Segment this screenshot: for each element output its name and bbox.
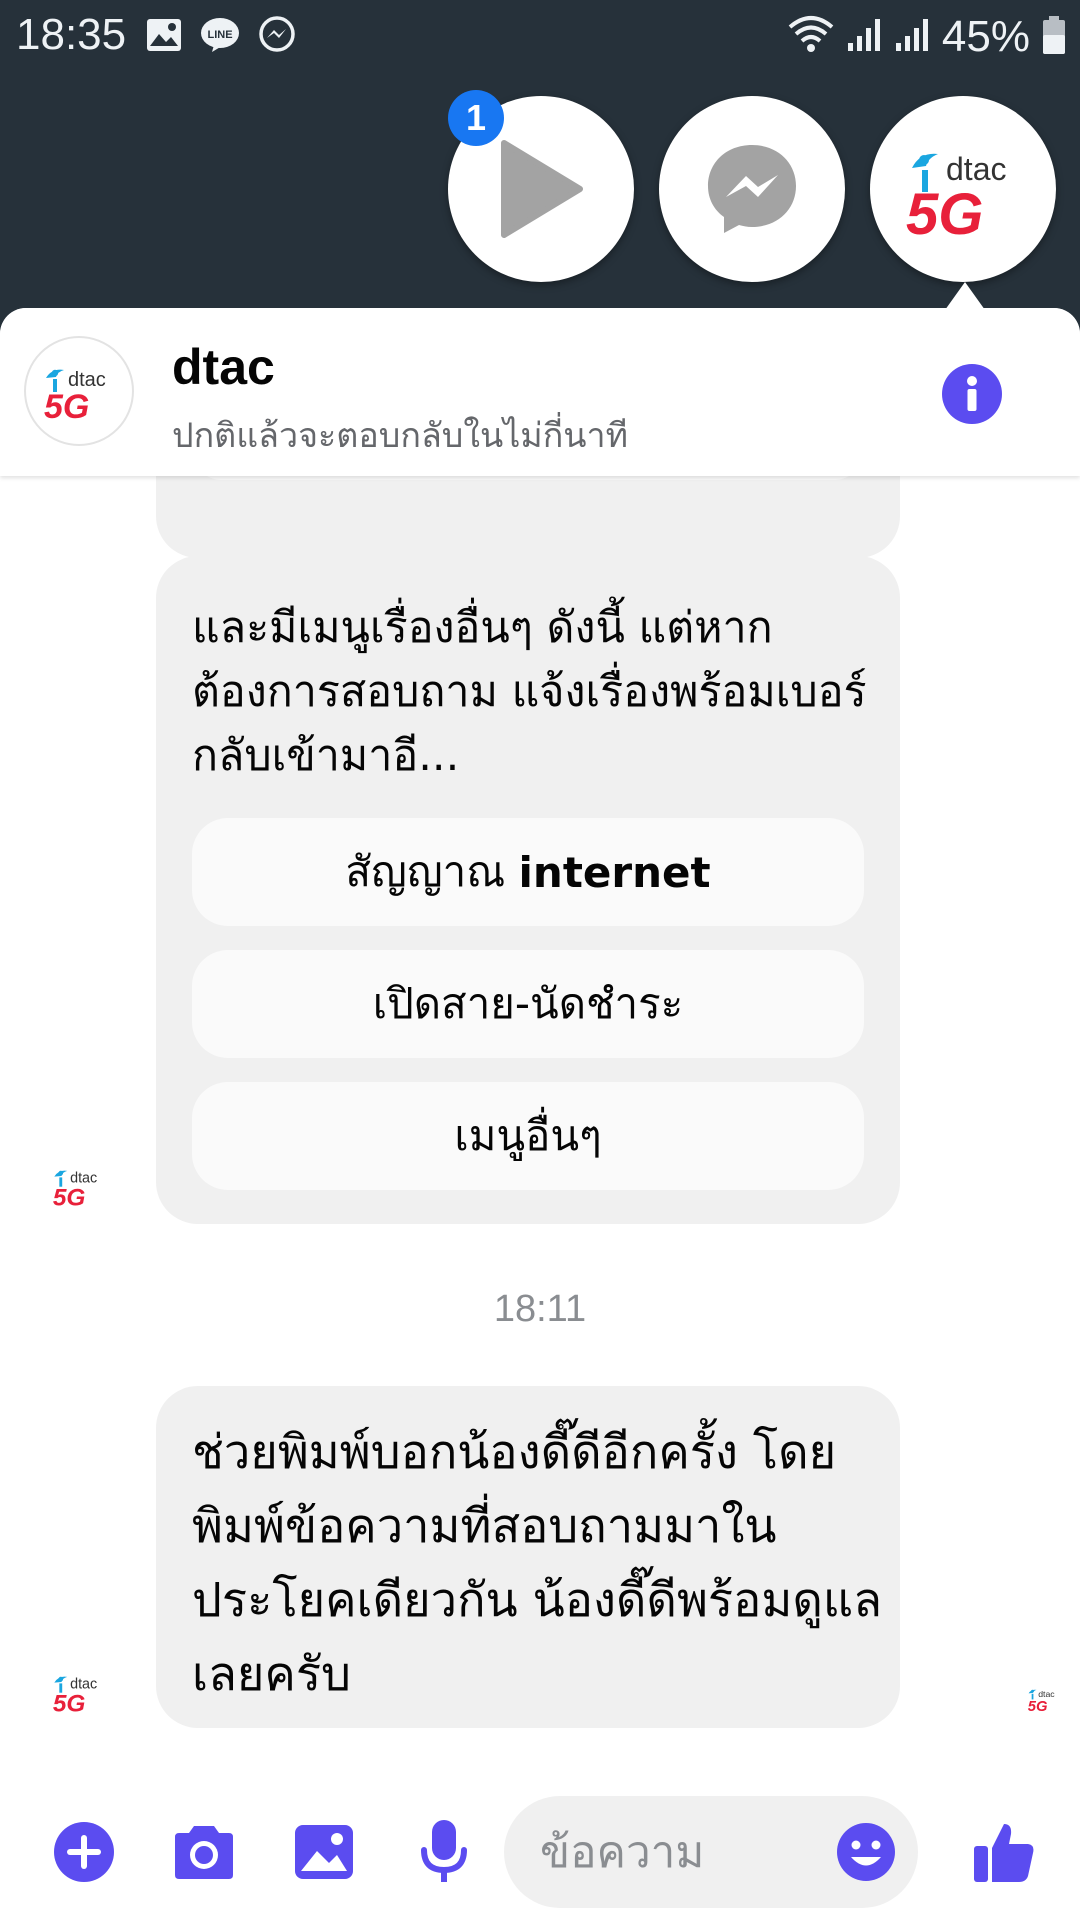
chat-head-dtac[interactable]: dtac 5G <box>870 96 1056 282</box>
notification-icons: LINE <box>146 16 296 58</box>
gallery-button[interactable] <box>288 1816 360 1888</box>
avatar[interactable]: dtac 5G <box>24 336 134 446</box>
message-bubble-help: ช่วยพิมพ์บอกน้องดี๊ดีอีกครั้ง โดยพิมพ์ข้… <box>156 1386 900 1728</box>
contact-name: dtac <box>172 339 275 395</box>
camera-icon <box>175 1826 233 1879</box>
battery-percent: 45% <box>941 12 1030 61</box>
wifi-icon <box>788 15 834 59</box>
battery-icon <box>1042 15 1066 59</box>
message-text: และมีเมนูเรื่องอื่นๆ ดังนี้ แต่หากต้องกา… <box>192 603 867 781</box>
svg-text:5G: 5G <box>1028 1699 1048 1714</box>
svg-text:5G: 5G <box>53 1184 86 1210</box>
message-composer <box>0 1786 1080 1920</box>
quick-reply-label-eng: internet <box>518 847 711 897</box>
chat-panel: dtac 5G dtac ปกติแล้วจะตอบกลับในไม่กี่นา… <box>0 308 1080 1920</box>
message-timestamp: 18:11 <box>493 1288 587 1330</box>
voice-message-button[interactable] <box>408 1816 480 1888</box>
dtac-5g-logo: dtac 5G <box>1028 1689 1056 1715</box>
image-icon <box>295 1825 353 1879</box>
status-time: 18:35 <box>16 10 127 59</box>
quick-reply-open-line-payment[interactable]: เปิดสาย-นัดชำระ <box>192 950 864 1058</box>
thumbs-up-icon <box>974 1824 1034 1882</box>
image-icon <box>146 18 182 56</box>
chat-header: dtac 5G dtac ปกติแล้วจะตอบกลับในไม่กี่นา… <box>0 308 1080 476</box>
messenger-icon <box>258 16 296 58</box>
chat-head-messenger[interactable] <box>659 96 845 282</box>
status-right: 45% <box>788 12 1066 62</box>
message-text: ช่วยพิมพ์บอกน้องดี๊ดีอีกครั้ง โดยพิมพ์ข้… <box>192 1425 882 1702</box>
line-icon: LINE <box>200 17 240 57</box>
quick-reply-label: สัญญาณ <box>345 847 519 896</box>
svg-text:LINE: LINE <box>207 29 232 41</box>
dtac-5g-logo: dtac 5G <box>53 1676 97 1716</box>
signal-icon <box>846 17 882 57</box>
sender-avatar[interactable]: dtac 5G <box>48 1662 108 1722</box>
info-icon <box>967 376 977 411</box>
emoji-icon <box>837 1823 895 1881</box>
unread-badge: 1 <box>448 90 504 146</box>
play-icon <box>501 140 583 238</box>
dtac-5g-logo: dtac 5G <box>44 369 106 424</box>
quick-reply-internet-signal[interactable]: สัญญาณ internet <box>192 818 864 926</box>
dtac-5g-logo: dtac 5G <box>53 1170 97 1210</box>
plus-icon <box>54 1822 114 1882</box>
chat-head-pointer <box>945 282 985 310</box>
dtac-5g-logo: dtac 5G <box>906 151 1006 244</box>
message-input-container <box>504 1796 918 1908</box>
emoji-button[interactable] <box>836 1822 896 1882</box>
message-input[interactable] <box>540 1818 800 1886</box>
quick-reply-label: เมนูอื่นๆ <box>454 1111 602 1160</box>
messenger-icon <box>708 145 796 233</box>
info-button[interactable] <box>942 364 1002 424</box>
svg-text:5G: 5G <box>906 182 983 244</box>
signal-icon <box>894 17 930 57</box>
message-bubble-menu: และมีเมนูเรื่องอื่นๆ ดังนี้ แต่หากต้องกา… <box>156 556 900 1224</box>
quick-reply-label: เปิดสาย-นัดชำระ <box>372 979 684 1028</box>
camera-button[interactable] <box>168 1816 240 1888</box>
quick-reply-other-menu[interactable]: เมนูอื่นๆ <box>192 1082 864 1190</box>
status-bar: 18:35 LINE 45% <box>0 0 1080 72</box>
like-button[interactable] <box>968 1816 1040 1888</box>
more-actions-button[interactable] <box>48 1816 120 1888</box>
response-time-status: ปกติแล้วจะตอบกลับในไม่กี่นาที <box>172 416 629 456</box>
microphone-icon <box>421 1820 467 1882</box>
sender-avatar[interactable]: dtac 5G <box>48 1156 108 1216</box>
svg-text:5G: 5G <box>44 388 89 424</box>
svg-text:dtac: dtac <box>1038 1689 1055 1699</box>
svg-text:5G: 5G <box>53 1690 86 1716</box>
read-receipt-avatar: dtac 5G <box>1026 1684 1060 1718</box>
